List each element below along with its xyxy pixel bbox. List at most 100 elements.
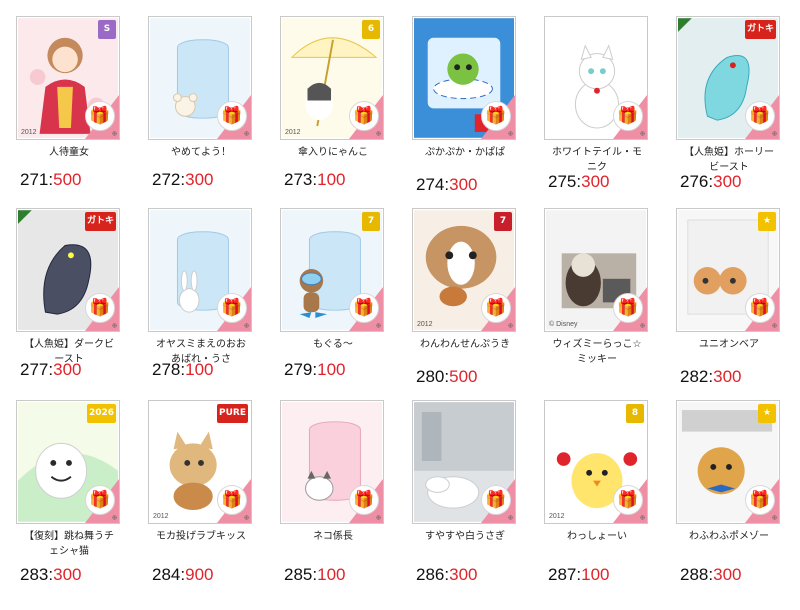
item-value: 100 — [317, 360, 346, 379]
item-card[interactable]: 🎁 ⊕ — [544, 16, 648, 140]
item-cell: ★ 🎁 ⊕ ユニオンベア 282:300 — [664, 196, 794, 396]
rarity-badge: S — [98, 20, 116, 39]
item-name: もぐる～ — [270, 337, 396, 352]
gift-icon[interactable]: 🎁 — [217, 485, 247, 515]
item-card[interactable]: ★ 🎁 ⊕ — [676, 208, 780, 332]
gift-icon[interactable]: 🎁 — [481, 101, 511, 131]
item-grid: S 2012 🎁 ⊕ 人待童女 271:500 🎁 ⊕ やめてよう！ 272:300 6 2012 🎁 ⊕… — [0, 0, 800, 610]
zoom-icon[interactable]: ⊕ — [640, 513, 645, 522]
item-score: 286:300 — [416, 565, 477, 585]
item-number: 287 — [548, 565, 577, 584]
gift-icon[interactable]: 🎁 — [349, 101, 379, 131]
item-card[interactable]: 6 2012 🎁 ⊕ — [280, 16, 384, 140]
zoom-icon[interactable]: ⊕ — [772, 321, 777, 330]
item-value: 300 — [449, 565, 478, 584]
item-card[interactable]: ★ 🎁 ⊕ — [676, 400, 780, 524]
item-value: 300 — [713, 565, 742, 584]
gift-icon[interactable]: 🎁 — [613, 101, 643, 131]
zoom-icon[interactable]: ⊕ — [508, 513, 513, 522]
zoom-icon[interactable]: ⊕ — [244, 129, 249, 138]
year-label: © Disney — [549, 321, 578, 328]
item-name: すやすや白うさぎ — [402, 529, 528, 544]
item-name-line: 傘入りにゃんこ — [298, 147, 368, 158]
gift-icon[interactable]: 🎁 — [349, 485, 379, 515]
item-name-line: すやすや白うさぎ — [425, 531, 505, 542]
gift-icon[interactable]: 🎁 — [745, 485, 775, 515]
item-number: 280 — [416, 367, 445, 386]
item-number: 288 — [680, 565, 709, 584]
gift-icon[interactable]: 🎁 — [481, 293, 511, 323]
zoom-icon[interactable]: ⊕ — [244, 513, 249, 522]
zoom-icon[interactable]: ⊕ — [640, 129, 645, 138]
item-card[interactable]: 🎁 ⊕ — [148, 208, 252, 332]
item-number: 274 — [416, 175, 445, 194]
gift-icon[interactable]: 🎁 — [613, 293, 643, 323]
item-cell: 🎁 ⊕ すやすや白うさぎ 286:300 — [400, 388, 530, 588]
item-number: 279 — [284, 360, 313, 379]
zoom-icon[interactable]: ⊕ — [376, 513, 381, 522]
zoom-icon[interactable]: ⊕ — [772, 129, 777, 138]
item-card[interactable]: © Disney 🎁 ⊕ — [544, 208, 648, 332]
zoom-icon[interactable]: ⊕ — [112, 321, 117, 330]
item-name-line: 【復刻】跳ね舞うチ — [24, 531, 114, 542]
item-card[interactable]: 7 🎁 ⊕ — [280, 208, 384, 332]
item-name-line: わっしょーい — [567, 531, 627, 542]
item-name: ネコ係長 — [270, 529, 396, 544]
gift-icon[interactable]: 🎁 — [613, 485, 643, 515]
item-cell: ★ 🎁 ⊕ わふわふポメゾー 288:300 — [664, 388, 794, 588]
item-value: 900 — [185, 565, 214, 584]
zoom-icon[interactable]: ⊕ — [508, 129, 513, 138]
item-card[interactable]: 🎁 ⊕ — [412, 400, 516, 524]
item-card[interactable]: 🎁 ⊕ — [280, 400, 384, 524]
item-card[interactable]: ガトキ 🎁 ⊕ — [16, 208, 120, 332]
item-cell: ガトキ 🎁 ⊕ 【人魚姫】ダークビ ースト 277:300 — [4, 196, 134, 396]
item-card[interactable]: ガトキ 🎁 ⊕ — [676, 16, 780, 140]
item-value: 100 — [581, 565, 610, 584]
gift-icon[interactable]: 🎁 — [745, 293, 775, 323]
zoom-icon[interactable]: ⊕ — [508, 321, 513, 330]
item-cell: 6 2012 🎁 ⊕ 傘入りにゃんこ 273:100 — [268, 4, 398, 204]
item-card[interactable]: S 2012 🎁 ⊕ — [16, 16, 120, 140]
zoom-icon[interactable]: ⊕ — [772, 513, 777, 522]
item-score: 285:100 — [284, 565, 345, 585]
item-cell: 8 2012 🎁 ⊕ わっしょーい 287:100 — [532, 388, 662, 588]
item-value: 500 — [53, 170, 82, 189]
item-cell: 7 2012 🎁 ⊕ わんわんせんぷうき 280:500 — [400, 196, 530, 396]
item-value: 100 — [317, 565, 346, 584]
item-score: 278:100 — [152, 360, 213, 380]
year-label: 2012 — [285, 129, 301, 136]
item-card[interactable]: 8 2012 🎁 ⊕ — [544, 400, 648, 524]
item-cell: 🎁 ⊕ オヤスミまえのおお あばれ・うさ 278:100 — [136, 196, 266, 396]
zoom-icon[interactable]: ⊕ — [376, 129, 381, 138]
item-name: 【復刻】跳ね舞うチ ェシャ猫 — [6, 529, 132, 559]
item-score: 272:300 — [152, 170, 213, 190]
item-name-line: ウィズミーらっこ☆ — [552, 339, 642, 350]
item-number: 278 — [152, 360, 181, 379]
zoom-icon[interactable]: ⊕ — [640, 321, 645, 330]
item-name-line: もぐる～ — [313, 339, 353, 350]
gift-icon[interactable]: 🎁 — [481, 485, 511, 515]
zoom-icon[interactable]: ⊕ — [244, 321, 249, 330]
item-value: 300 — [53, 360, 82, 379]
item-score: 275:300 — [548, 172, 609, 192]
zoom-icon[interactable]: ⊕ — [112, 129, 117, 138]
item-card[interactable]: 🎁 ⊕ — [412, 16, 516, 140]
item-name-line: やめてよう！ — [171, 147, 231, 158]
item-name: ウィズミーらっこ☆ ミッキー — [534, 337, 660, 367]
item-name-line: ネコ係長 — [313, 531, 353, 542]
gift-icon[interactable]: 🎁 — [85, 485, 115, 515]
item-name: やめてよう！ — [138, 145, 264, 160]
gift-icon[interactable]: 🎁 — [85, 293, 115, 323]
item-card[interactable]: PURE 2012 🎁 ⊕ — [148, 400, 252, 524]
zoom-icon[interactable]: ⊕ — [376, 321, 381, 330]
gift-icon[interactable]: 🎁 — [217, 101, 247, 131]
gift-icon[interactable]: 🎁 — [349, 293, 379, 323]
gift-icon[interactable]: 🎁 — [745, 101, 775, 131]
gift-icon[interactable]: 🎁 — [217, 293, 247, 323]
gift-icon[interactable]: 🎁 — [85, 101, 115, 131]
item-card[interactable]: 🎁 ⊕ — [148, 16, 252, 140]
item-card[interactable]: 2026 🎁 ⊕ — [16, 400, 120, 524]
item-card[interactable]: 7 2012 🎁 ⊕ — [412, 208, 516, 332]
item-score: 276:300 — [680, 172, 741, 192]
zoom-icon[interactable]: ⊕ — [112, 513, 117, 522]
